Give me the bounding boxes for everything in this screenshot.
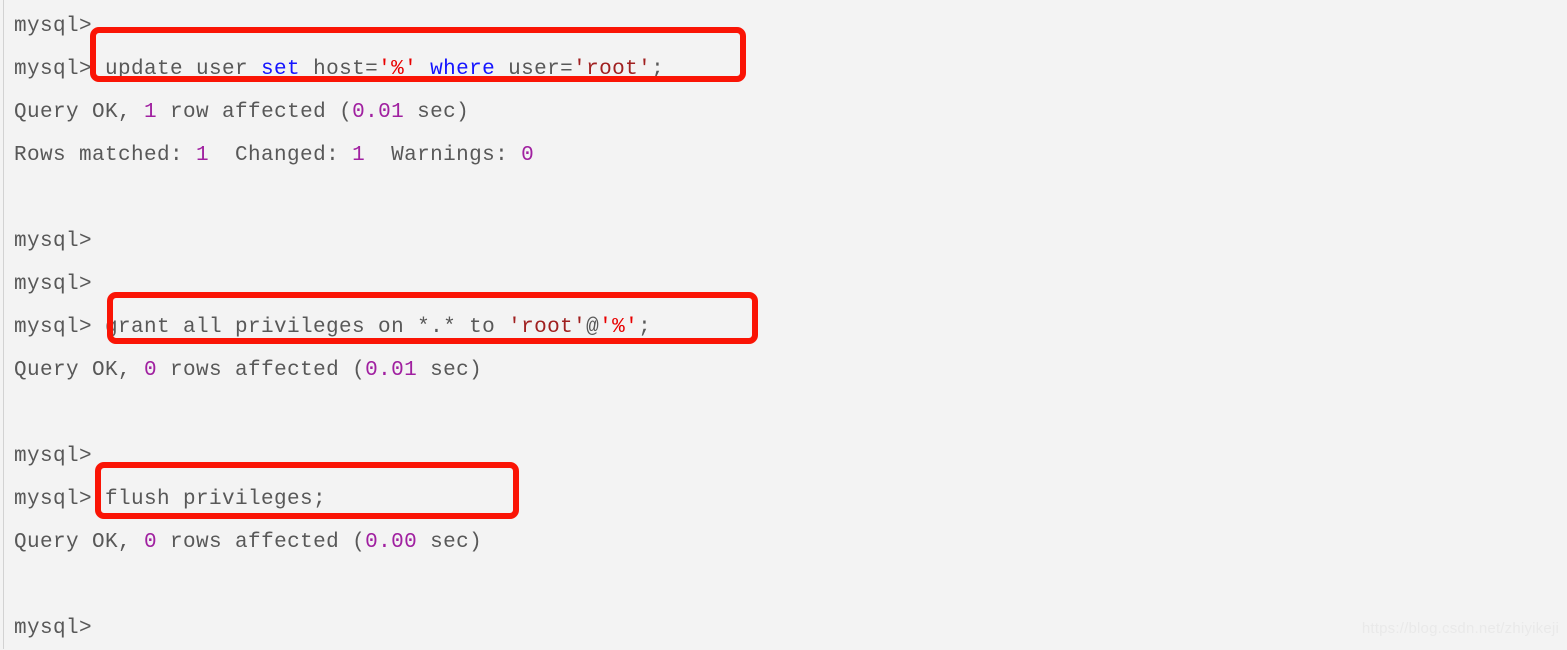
token: mysql> bbox=[14, 488, 93, 511]
terminal-prompt-line[interactable]: mysql> bbox=[14, 220, 1567, 263]
token: Warnings: bbox=[365, 144, 522, 167]
terminal-prompt-line[interactable]: mysql> bbox=[14, 5, 1567, 48]
token: sec) bbox=[417, 531, 483, 554]
token: Rows matched: bbox=[14, 144, 197, 167]
terminal-output-line[interactable]: Rows matched: 1 Changed: 1 Warnings: 0 bbox=[14, 134, 1567, 177]
token: 0.00 bbox=[365, 531, 418, 554]
token: '%' bbox=[378, 58, 418, 81]
token: ; bbox=[638, 316, 652, 339]
token: Query OK, bbox=[14, 531, 145, 554]
token: rows affected ( bbox=[157, 359, 366, 382]
token: 'root' bbox=[573, 58, 652, 81]
terminal-output-line[interactable]: Query OK, 0 rows affected (0.01 sec) bbox=[14, 349, 1567, 392]
token: ; bbox=[651, 58, 665, 81]
token: rows affected ( bbox=[157, 531, 366, 554]
token: 0 bbox=[144, 359, 158, 382]
token: update user bbox=[92, 58, 262, 81]
token: grant all privileges on *.* to bbox=[92, 316, 509, 339]
token: mysql> bbox=[14, 617, 93, 640]
token: host= bbox=[300, 58, 379, 81]
token: user= bbox=[495, 58, 574, 81]
terminal-output-line[interactable]: Query OK, 1 row affected (0.01 sec) bbox=[14, 91, 1567, 134]
token: Changed: bbox=[209, 144, 353, 167]
terminal-prompt-line[interactable]: mysql> bbox=[14, 435, 1567, 478]
token: 0.01 bbox=[352, 101, 405, 124]
token: sec) bbox=[417, 359, 483, 382]
token: mysql> bbox=[14, 58, 93, 81]
console-output-area: mysql> mysql> update user set host='%' wh… bbox=[0, 0, 1567, 650]
token: '%' bbox=[599, 316, 639, 339]
token: 0.01 bbox=[365, 359, 418, 382]
token: 1 bbox=[352, 144, 366, 167]
token: row affected ( bbox=[157, 101, 353, 124]
token: 1 bbox=[196, 144, 210, 167]
token: mysql> bbox=[14, 230, 93, 253]
token: Query OK, bbox=[14, 101, 145, 124]
token: 'root' bbox=[508, 316, 587, 339]
token: @ bbox=[586, 316, 600, 339]
token: 0 bbox=[521, 144, 535, 167]
token: 0 bbox=[144, 531, 158, 554]
mysql-terminal-window: mysql> mysql> update user set host='%' wh… bbox=[0, 0, 1567, 649]
terminal-prompt-line[interactable]: mysql> bbox=[14, 263, 1567, 306]
token: Query OK, bbox=[14, 359, 145, 382]
token: flush privileges; bbox=[92, 488, 327, 511]
terminal-command-line[interactable]: mysql> flush privileges; bbox=[14, 478, 1567, 521]
token: where bbox=[430, 58, 496, 81]
token: mysql> bbox=[14, 445, 93, 468]
token: mysql> bbox=[14, 316, 93, 339]
terminal-prompt-line[interactable]: mysql> bbox=[14, 607, 1567, 650]
terminal-command-line[interactable]: mysql> grant all privileges on *.* to 'r… bbox=[14, 306, 1567, 349]
token: mysql> bbox=[14, 273, 93, 296]
watermark-text: https://blog.csdn.net/zhiyikeji bbox=[1361, 620, 1559, 637]
token: set bbox=[261, 58, 301, 81]
token: mysql> bbox=[14, 15, 93, 38]
token: 1 bbox=[144, 101, 158, 124]
token: sec) bbox=[404, 101, 470, 124]
terminal-command-line[interactable]: mysql> update user set host='%' where us… bbox=[14, 48, 1567, 91]
terminal-output-line[interactable]: Query OK, 0 rows affected (0.00 sec) bbox=[14, 521, 1567, 564]
